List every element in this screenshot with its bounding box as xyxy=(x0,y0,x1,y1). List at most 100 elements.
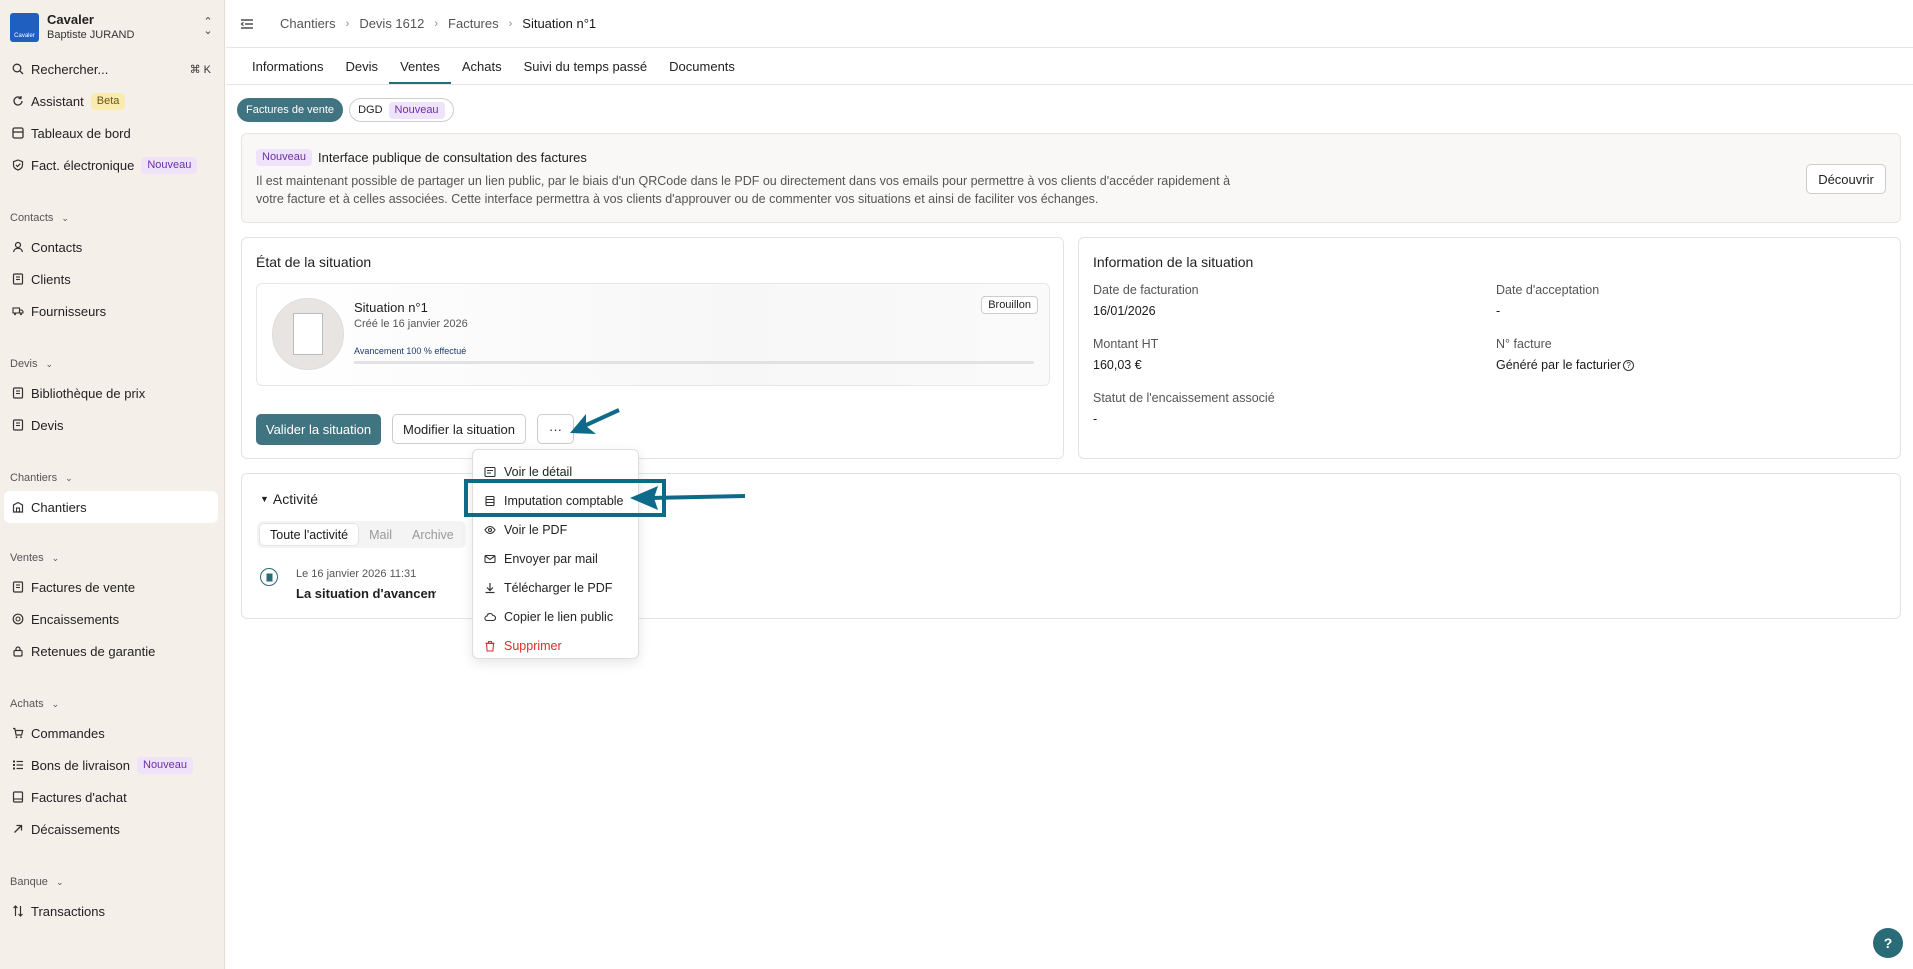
filter-archive[interactable]: Archive xyxy=(402,523,464,546)
cart-icon xyxy=(12,727,24,739)
banner-title: Interface publique de consultation des f… xyxy=(318,150,587,165)
detail-icon xyxy=(484,466,496,478)
menu-item-download-pdf[interactable]: Télécharger le PDF xyxy=(473,573,638,602)
menu-item-view-pdf[interactable]: Voir le PDF xyxy=(473,515,638,544)
breadcrumb-current: Situation n°1 xyxy=(522,16,597,31)
sidebar-item-sales-invoices[interactable]: Factures de vente xyxy=(0,571,224,603)
billing-date-value: 16/01/2026 xyxy=(1093,304,1156,318)
menu-item-delete[interactable]: Supprimer xyxy=(473,631,638,660)
filter-all[interactable]: Toute l'activité xyxy=(259,523,360,546)
invoice-number-value: Généré par le facturier? xyxy=(1496,358,1635,372)
section-ventes[interactable]: Ventes ⌄ xyxy=(0,545,224,571)
pill-sales-invoices[interactable]: Factures de vente xyxy=(237,98,344,122)
announcement-banner: Nouveau Interface publique de consultati… xyxy=(241,133,1901,223)
new-badge: Nouveau xyxy=(256,149,313,166)
annotation-arrow-icon xyxy=(570,408,620,434)
situation-name: Situation n°1 xyxy=(354,300,428,315)
sidebar-item-einvoice[interactable]: Fact. électronique Nouveau xyxy=(0,149,224,181)
chevron-down-icon: ⌄ xyxy=(51,552,60,563)
document-icon xyxy=(12,419,24,431)
sidebar-item-assistant[interactable]: Assistant Beta xyxy=(0,85,224,117)
sidebar-item-purchase-invoices[interactable]: Factures d'achat xyxy=(0,781,224,813)
section-chantiers[interactable]: Chantiers ⌄ xyxy=(0,465,224,491)
acceptance-date-label: Date d'acceptation xyxy=(1496,283,1600,297)
tab-devis[interactable]: Devis xyxy=(335,59,390,84)
menu-item-send-mail[interactable]: Envoyer par mail xyxy=(473,544,638,573)
validate-situation-button[interactable]: Valider la situation xyxy=(256,414,381,445)
sidebar-item-price-library[interactable]: Bibliothèque de prix xyxy=(0,377,224,409)
situation-state-card: État de la situation Situation n°1 Créé … xyxy=(241,237,1064,459)
help-button[interactable]: ? xyxy=(1873,928,1903,958)
discover-button[interactable]: Découvrir xyxy=(1806,164,1886,194)
tab-suivi-temps[interactable]: Suivi du temps passé xyxy=(513,59,659,84)
progress-fill xyxy=(354,361,1034,364)
banner-text: Il est maintenant possible de partager u… xyxy=(256,174,1231,206)
org-switcher[interactable]: Cavaler Cavaler Baptiste JURAND ⌃ ⌄ xyxy=(10,10,215,44)
annotation-arrow-icon xyxy=(630,486,746,510)
activity-toggle[interactable]: ▼ Activité xyxy=(260,491,318,507)
breadcrumb-factures[interactable]: Factures xyxy=(448,16,499,31)
sidebar-item-retenues[interactable]: Retenues de garantie xyxy=(0,635,224,667)
menu-item-copy-public-link[interactable]: Copier le lien public xyxy=(473,602,638,631)
tab-achats[interactable]: Achats xyxy=(451,59,513,84)
edit-situation-button[interactable]: Modifier la situation xyxy=(392,414,526,444)
checklist-icon xyxy=(12,759,24,771)
section-achats[interactable]: Achats ⌄ xyxy=(0,691,224,717)
sidebar-item-decaissements[interactable]: Décaissements xyxy=(0,813,224,845)
sidebar-item-contacts[interactable]: Contacts xyxy=(0,231,224,263)
situation-summary: Situation n°1 Créé le 16 janvier 2026 Av… xyxy=(256,283,1050,386)
billing-date-label: Date de facturation xyxy=(1093,283,1199,297)
chevron-down-icon: ⌄ xyxy=(51,698,60,709)
activity-date: Le 16 janvier 2026 11:31 xyxy=(296,568,417,580)
beta-badge: Beta xyxy=(90,92,126,110)
chevron-right-icon: › xyxy=(434,17,439,30)
tab-informations[interactable]: Informations xyxy=(241,59,335,84)
sidebar-item-dashboards[interactable]: Tableaux de bord xyxy=(0,117,224,149)
building-icon xyxy=(12,501,24,513)
sidebar-item-commandes[interactable]: Commandes xyxy=(0,717,224,749)
org-user: Baptiste JURAND xyxy=(47,29,135,41)
chevron-right-icon: › xyxy=(345,17,350,30)
breadcrumb-chantiers[interactable]: Chantiers xyxy=(280,16,336,31)
chevron-down-icon: ⌄ xyxy=(55,876,64,887)
sidebar-item-clients[interactable]: Clients xyxy=(0,263,224,295)
breadcrumb-devis[interactable]: Devis 1612 xyxy=(359,16,424,31)
sidebar-item-encaissements[interactable]: Encaissements xyxy=(0,603,224,635)
situation-created-date: Créé le 16 janvier 2026 xyxy=(354,318,468,330)
amount-label: Montant HT xyxy=(1093,337,1159,351)
shortcut-hint: ⌘ K xyxy=(189,63,211,76)
sidebar-item-bons-livraison[interactable]: Bons de livraison Nouveau xyxy=(0,749,224,781)
section-banque[interactable]: Banque ⌄ xyxy=(0,869,224,895)
sidebar: Cavaler Cavaler Baptiste JURAND ⌃ ⌄ Reche… xyxy=(0,0,225,969)
help-circle-icon[interactable]: ? xyxy=(1623,360,1635,371)
sidebar-toggle-icon[interactable] xyxy=(240,18,270,30)
activity-text: La situation d'avancement a été xyxy=(296,586,436,601)
sidebar-item-chantiers[interactable]: Chantiers xyxy=(4,491,218,523)
sidebar-item-search[interactable]: Rechercher... ⌘ K xyxy=(0,53,224,85)
lock-icon xyxy=(12,645,24,657)
list-icon xyxy=(12,273,24,285)
invoice-icon xyxy=(12,581,24,593)
org-logo: Cavaler xyxy=(10,12,39,42)
new-badge: Nouveau xyxy=(141,156,198,174)
breadcrumb: Chantiers › Devis 1612 › Factures › Situ… xyxy=(280,16,596,31)
sidebar-item-suppliers[interactable]: Fournisseurs xyxy=(0,295,224,327)
tab-ventes[interactable]: Ventes xyxy=(389,59,451,84)
subtab-pills: Factures de vente DGD Nouveau xyxy=(237,98,454,122)
pill-dgd[interactable]: DGD Nouveau xyxy=(349,98,454,122)
card-title: État de la situation xyxy=(256,254,372,270)
chevron-down-icon: ⌄ xyxy=(61,212,69,223)
section-contacts[interactable]: Contacts ⌄ xyxy=(0,205,224,231)
new-badge: Nouveau xyxy=(137,756,194,774)
sidebar-item-devis[interactable]: Devis xyxy=(0,409,224,441)
progress-label: Avancement 100 % effectué xyxy=(354,346,467,356)
tab-documents[interactable]: Documents xyxy=(658,59,746,84)
truck-icon xyxy=(12,305,24,317)
filter-mail[interactable]: Mail xyxy=(359,523,402,546)
trash-icon xyxy=(484,640,496,652)
sidebar-item-transactions[interactable]: Transactions xyxy=(0,895,224,927)
chevron-updown-icon[interactable]: ⌃ ⌄ xyxy=(201,17,215,37)
download-icon xyxy=(484,582,496,594)
amount-value: 160,03 € xyxy=(1093,358,1142,372)
section-devis[interactable]: Devis ⌄ xyxy=(0,351,224,377)
